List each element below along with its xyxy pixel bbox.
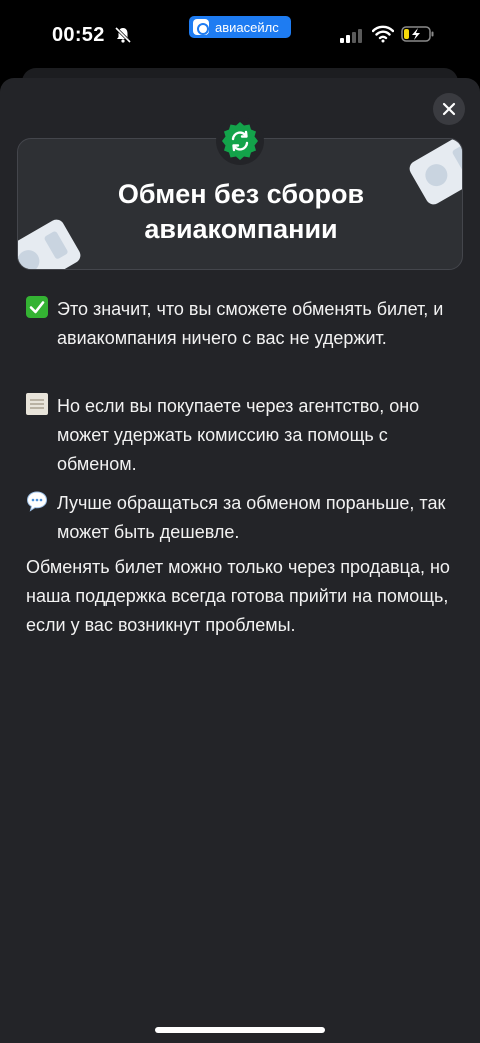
- status-time: 00:52: [52, 24, 105, 46]
- close-icon: [442, 102, 456, 116]
- wifi-icon: [372, 25, 394, 43]
- scroll-icon: [26, 393, 48, 415]
- battery-charging-icon: [401, 26, 434, 42]
- list-item-text: Это значит, что вы сможете обменять биле…: [57, 299, 444, 348]
- close-button[interactable]: [433, 93, 465, 125]
- aviasales-app-icon: [193, 19, 209, 35]
- speech-bubble-icon: [26, 491, 48, 512]
- check-mark-icon: [26, 296, 48, 318]
- home-indicator[interactable]: [155, 1027, 325, 1033]
- banner-title: Обмен без сборов авиакомпании: [117, 179, 365, 244]
- cellular-signal-icon: [340, 29, 362, 43]
- support-info-text: Обменять билет можно только через продав…: [26, 557, 450, 635]
- exchange-arrows-icon: [216, 117, 264, 165]
- list-item-text: Лучше обращаться за обменом пораньше, та…: [57, 493, 446, 542]
- return-to-app-pill[interactable]: авиасейлс: [189, 16, 291, 38]
- status-bar: 00:52 авиасейлс: [0, 0, 480, 70]
- app-name: авиасейлс: [215, 19, 279, 35]
- bell-muted-icon: [114, 26, 132, 44]
- list-item-text: Но если вы покупаете через агентство, он…: [57, 396, 420, 474]
